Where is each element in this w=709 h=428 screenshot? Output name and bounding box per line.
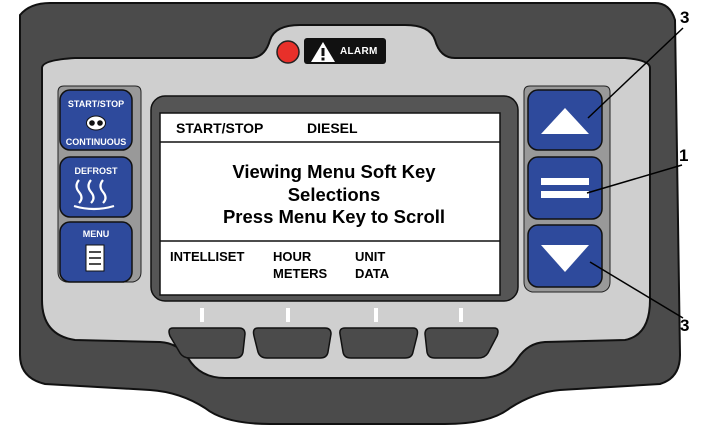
enter-key[interactable] (527, 156, 603, 220)
start-stop-key-label: START/STOP (67, 99, 125, 109)
start-stop-icon (86, 115, 106, 131)
alarm-label: ALARM (340, 46, 378, 57)
continuous-key-label: CONTINUOUS (65, 137, 127, 147)
screen-status-left: START/STOP (176, 120, 264, 136)
callout-enter-key: 1 (679, 146, 689, 165)
soft-key-label-1: INTELLISET (170, 249, 245, 264)
screen-status-right: DIESEL (307, 120, 358, 136)
soft-key-4[interactable] (424, 327, 499, 359)
soft-key-3[interactable] (339, 327, 419, 359)
callout-up-key: 3 (680, 8, 690, 27)
soft-key-label-2-line-2: METERS (273, 266, 328, 281)
soft-key-label-2-line-1: HOUR (273, 249, 312, 264)
screen-message-line-1: Viewing Menu Soft Key (232, 161, 436, 182)
defrost-key-label: DEFROST (74, 166, 118, 176)
soft-key-2[interactable] (252, 327, 332, 359)
screen-message-line-2: Selections (287, 184, 381, 205)
menu-key-label: MENU (82, 229, 110, 239)
menu-icon (85, 244, 105, 272)
alarm-led (276, 40, 300, 64)
callout-down-key: 3 (680, 316, 690, 335)
soft-key-1[interactable] (168, 327, 246, 359)
screen-message-line-3: Press Menu Key to Scroll (222, 206, 446, 227)
soft-key-label-3-line-2: DATA (355, 266, 390, 281)
soft-key-label-3-line-1: UNIT (355, 249, 386, 264)
